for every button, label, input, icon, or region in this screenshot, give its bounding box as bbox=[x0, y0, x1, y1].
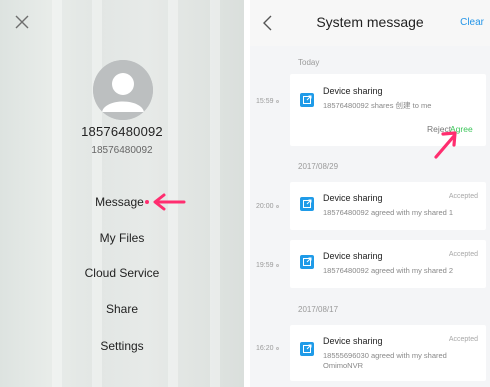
avatar[interactable] bbox=[93, 60, 153, 120]
user-avatar-icon bbox=[93, 60, 153, 120]
arrow-left-icon bbox=[152, 193, 186, 211]
username: 18576480092 bbox=[81, 124, 163, 139]
message-title: Device sharing bbox=[323, 86, 383, 96]
clear-button[interactable]: Clear bbox=[460, 17, 484, 28]
message-time: 20:00 bbox=[256, 203, 279, 210]
close-icon[interactable] bbox=[12, 12, 32, 32]
message-time: 19:59 bbox=[256, 262, 279, 269]
menu-item-cloud-service[interactable]: Cloud Service bbox=[0, 266, 244, 280]
date-header: Today bbox=[298, 58, 320, 67]
menu-item-message[interactable]: Message bbox=[0, 195, 244, 209]
menu-item-label: Share bbox=[105, 302, 139, 316]
message-card[interactable]: Device sharing Accepted 18576480092 agre… bbox=[290, 182, 486, 230]
menu-item-settings[interactable]: Settings bbox=[0, 339, 244, 353]
menu-item-label: Settings bbox=[100, 339, 144, 353]
message-card[interactable]: Device sharing Accepted 18576480092 agre… bbox=[290, 240, 486, 288]
menu-item-label: Message bbox=[95, 195, 144, 209]
message-title: Device sharing bbox=[323, 251, 383, 261]
share-icon bbox=[300, 342, 314, 356]
message-body: 18576480092 agreed with my shared 1 bbox=[323, 208, 454, 217]
arrow-up-right-icon bbox=[432, 128, 460, 160]
date-header: 2017/08/29 bbox=[298, 162, 339, 171]
share-icon bbox=[300, 93, 314, 107]
message-title: Device sharing bbox=[323, 193, 383, 203]
message-time: 16:20 bbox=[256, 345, 279, 352]
menu-item-label: Cloud Service bbox=[84, 266, 160, 280]
status-badge: Accepted bbox=[448, 336, 478, 343]
menu-item-share[interactable]: Share bbox=[0, 302, 244, 316]
status-badge: Accepted bbox=[448, 251, 478, 258]
message-body: 18576480092 shares 创建 to me bbox=[323, 101, 432, 110]
header-bar: System message Clear bbox=[250, 0, 490, 46]
share-icon bbox=[300, 255, 314, 269]
page-title: System message bbox=[316, 14, 424, 30]
menu-item-label: My Files bbox=[99, 231, 145, 245]
message-title: Device sharing bbox=[323, 336, 383, 346]
date-header: 2017/08/17 bbox=[298, 305, 339, 314]
message-body: 18555696030 agreed with my shared OmimoN… bbox=[323, 351, 447, 370]
system-message-screen: System message Clear Today 15:59 Device … bbox=[250, 0, 490, 387]
message-body: 18576480092 agreed with my shared 2 bbox=[323, 266, 454, 275]
user-id: 18576480092 bbox=[91, 145, 153, 156]
background-stripe bbox=[210, 0, 220, 387]
message-card[interactable]: Device sharing Accepted 18555696030 agre… bbox=[290, 325, 486, 381]
background-stripe bbox=[52, 0, 62, 387]
message-time: 15:59 bbox=[256, 98, 279, 105]
status-badge: Accepted bbox=[448, 193, 478, 200]
share-icon bbox=[300, 197, 314, 211]
unread-badge bbox=[144, 199, 149, 204]
side-menu: 18576480092 18576480092 Message My Files… bbox=[0, 0, 244, 387]
menu-item-my-files[interactable]: My Files bbox=[0, 231, 244, 245]
background-stripe bbox=[92, 0, 102, 387]
